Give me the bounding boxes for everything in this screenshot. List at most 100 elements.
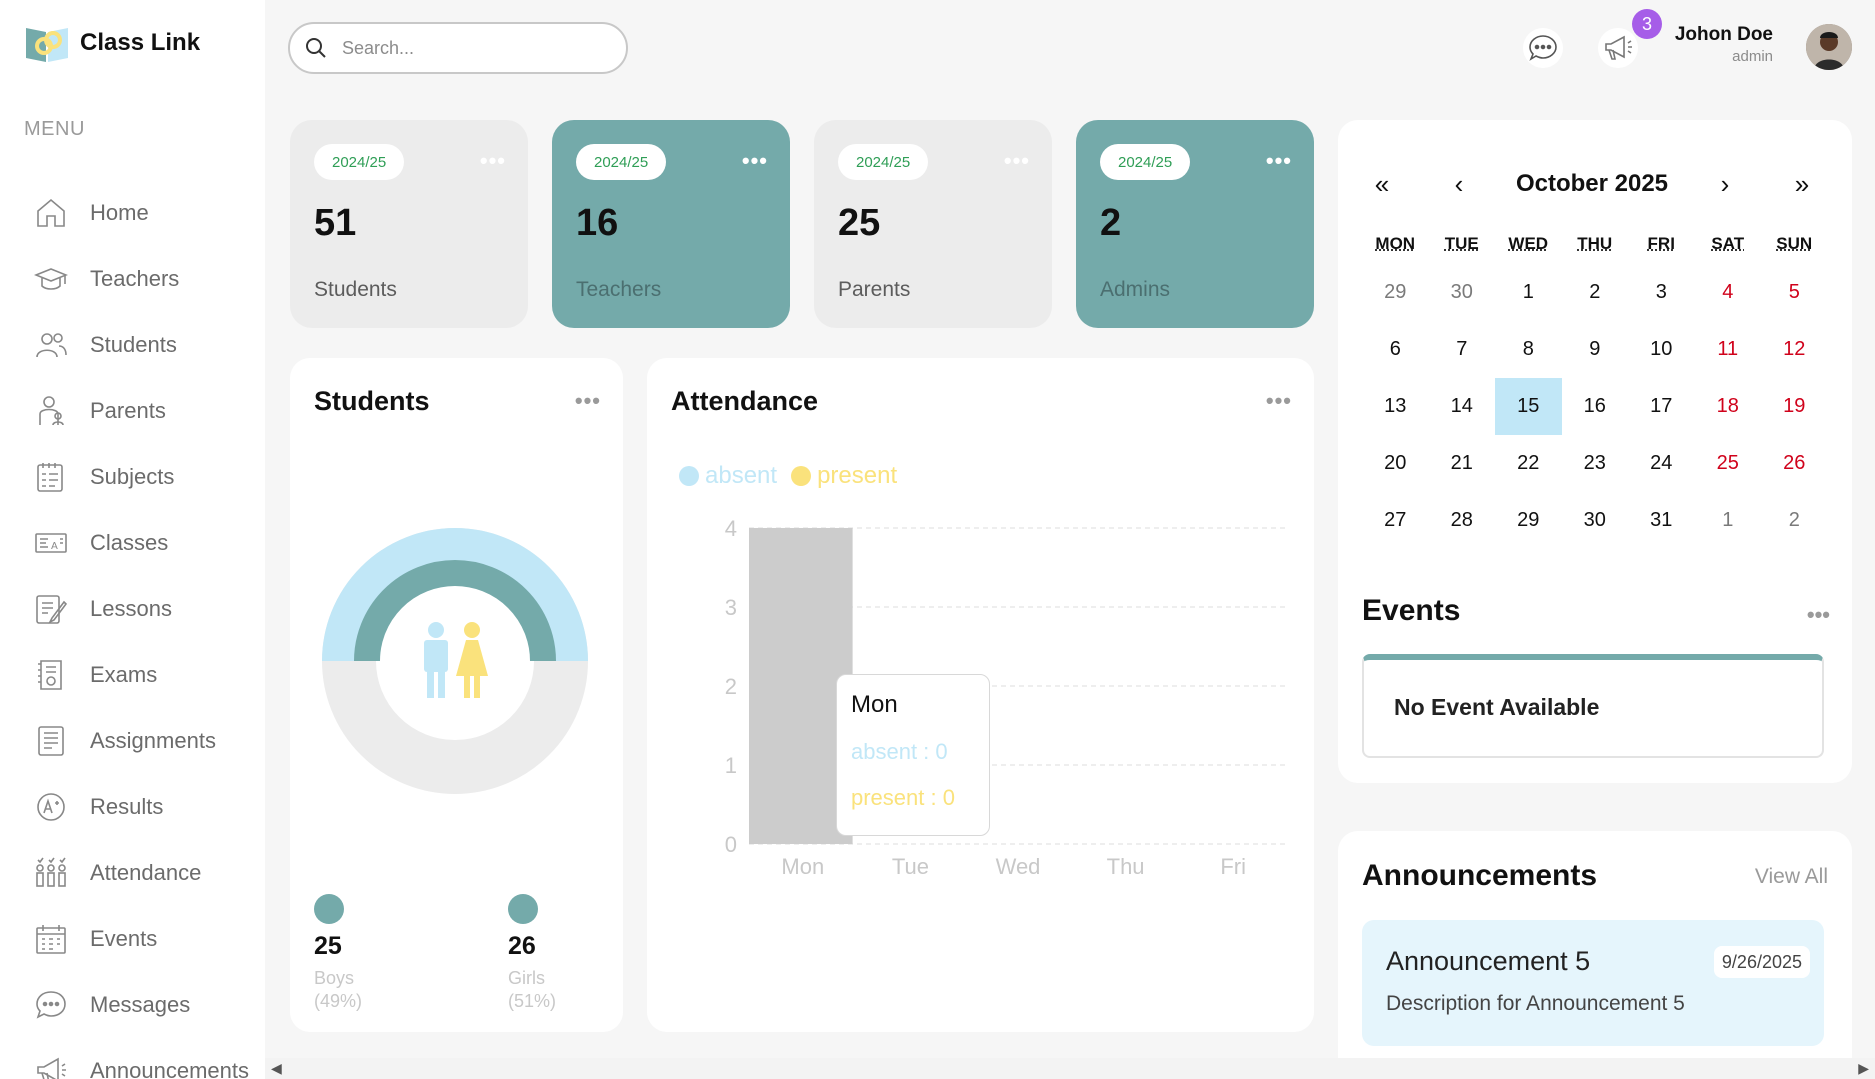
sidebar-item-home[interactable]: Home bbox=[0, 180, 265, 246]
avatar[interactable] bbox=[1806, 24, 1852, 70]
sidebar-item-events[interactable]: Events bbox=[0, 906, 265, 972]
calendar-day[interactable]: 1 bbox=[1495, 264, 1562, 321]
results-icon bbox=[34, 790, 68, 824]
year-pill: 2024/25 bbox=[1100, 144, 1190, 180]
boys-legend: 25 Boys (49%) bbox=[314, 894, 362, 1014]
calendar-day[interactable]: 29 bbox=[1495, 492, 1562, 549]
stat-card-parents: 2024/25 ••• 25 Parents bbox=[814, 120, 1052, 328]
calendar-day[interactable]: 29 bbox=[1362, 264, 1429, 321]
legend-present[interactable]: present bbox=[791, 462, 897, 490]
sidebar-item-exams[interactable]: Exams bbox=[0, 642, 265, 708]
calendar-day[interactable]: 30 bbox=[1429, 264, 1496, 321]
sidebar-item-classes[interactable]: A Classes bbox=[0, 510, 265, 576]
prev-month-button[interactable]: ‹ bbox=[1439, 169, 1479, 200]
parents-icon bbox=[34, 394, 68, 428]
calendar-day[interactable]: 14 bbox=[1429, 378, 1496, 435]
more-options-icon[interactable]: ••• bbox=[575, 388, 601, 414]
calendar-weekday: WED bbox=[1495, 224, 1562, 264]
app-name: Class Link bbox=[80, 29, 200, 57]
sidebar-item-assignments[interactable]: Assignments bbox=[0, 708, 265, 774]
x-tick-label: Tue bbox=[892, 854, 929, 879]
calendar-day[interactable]: 31 bbox=[1628, 492, 1695, 549]
calendar-day[interactable]: 1 bbox=[1695, 492, 1762, 549]
y-tick-label: 4 bbox=[725, 518, 737, 541]
more-options-icon[interactable]: ••• bbox=[742, 148, 768, 174]
more-options-icon[interactable]: ••• bbox=[1266, 148, 1292, 174]
scroll-left-icon[interactable]: ◀ bbox=[271, 1060, 282, 1077]
sidebar-item-subjects[interactable]: Subjects bbox=[0, 444, 265, 510]
next-month-button[interactable]: › bbox=[1705, 169, 1745, 200]
legend-dot bbox=[508, 894, 538, 924]
calendar-day[interactable]: 3 bbox=[1628, 264, 1695, 321]
x-tick-label: Fri bbox=[1220, 854, 1246, 879]
calendar-day[interactable]: 17 bbox=[1628, 378, 1695, 435]
calendar-day[interactable]: 21 bbox=[1429, 435, 1496, 492]
messages-button[interactable] bbox=[1523, 28, 1563, 68]
calendar-day[interactable]: 24 bbox=[1628, 435, 1695, 492]
calendar-day[interactable]: 18 bbox=[1695, 378, 1762, 435]
calendar-day[interactable]: 13 bbox=[1362, 378, 1429, 435]
calendar-day[interactable]: 27 bbox=[1362, 492, 1429, 549]
year-pill: 2024/25 bbox=[314, 144, 404, 180]
calendar-day[interactable]: 6 bbox=[1362, 321, 1429, 378]
girls-count: 26 bbox=[508, 932, 556, 961]
y-tick-label: 0 bbox=[725, 832, 737, 857]
calendar-day[interactable]: 22 bbox=[1495, 435, 1562, 492]
user-avatar-icon bbox=[1806, 24, 1852, 70]
view-all-link[interactable]: View All bbox=[1755, 865, 1828, 889]
prev-year-button[interactable]: « bbox=[1362, 169, 1402, 200]
more-options-icon[interactable]: ••• bbox=[1807, 602, 1830, 628]
stat-label: Students bbox=[314, 278, 397, 302]
sidebar-item-announcements[interactable]: Announcements bbox=[0, 1038, 265, 1079]
search-bar[interactable] bbox=[288, 22, 628, 74]
search-input[interactable] bbox=[342, 38, 592, 59]
calendar-day[interactable]: 4 bbox=[1695, 264, 1762, 321]
calendar-day[interactable]: 2 bbox=[1761, 492, 1828, 549]
calendar-day[interactable]: 8 bbox=[1495, 321, 1562, 378]
more-options-icon[interactable]: ••• bbox=[480, 148, 506, 174]
calendar-day[interactable]: 15 bbox=[1495, 378, 1562, 435]
next-year-button[interactable]: » bbox=[1782, 169, 1822, 200]
calendar-day[interactable]: 12 bbox=[1761, 321, 1828, 378]
calendar-day[interactable]: 5 bbox=[1761, 264, 1828, 321]
sidebar-item-teachers[interactable]: Teachers bbox=[0, 246, 265, 312]
calendar-day[interactable]: 19 bbox=[1761, 378, 1828, 435]
stat-label: Teachers bbox=[576, 278, 661, 302]
tooltip-day: Mon bbox=[851, 691, 975, 719]
user-role: admin bbox=[1732, 48, 1773, 65]
x-tick-label: Thu bbox=[1107, 854, 1145, 879]
calendar-day[interactable]: 30 bbox=[1562, 492, 1629, 549]
calendar-day[interactable]: 16 bbox=[1562, 378, 1629, 435]
more-options-icon[interactable]: ••• bbox=[1004, 148, 1030, 174]
sidebar-item-parents[interactable]: Parents bbox=[0, 378, 265, 444]
calendar-day[interactable]: 23 bbox=[1562, 435, 1629, 492]
calendar-day[interactable]: 10 bbox=[1628, 321, 1695, 378]
legend-dot bbox=[791, 466, 811, 486]
sidebar-item-students[interactable]: Students bbox=[0, 312, 265, 378]
horizontal-scrollbar[interactable]: ◀ ▶ bbox=[265, 1058, 1875, 1079]
sidebar-item-results[interactable]: Results bbox=[0, 774, 265, 840]
calendar-day[interactable]: 20 bbox=[1362, 435, 1429, 492]
stat-label: Admins bbox=[1100, 278, 1170, 302]
calendar-day[interactable]: 26 bbox=[1761, 435, 1828, 492]
calendar-day[interactable]: 9 bbox=[1562, 321, 1629, 378]
announcements-button[interactable] bbox=[1598, 28, 1638, 68]
scroll-right-icon[interactable]: ▶ bbox=[1858, 1060, 1869, 1077]
app-logo[interactable]: Class Link bbox=[24, 22, 200, 64]
calendar-day[interactable]: 11 bbox=[1695, 321, 1762, 378]
calendar-day[interactable]: 28 bbox=[1429, 492, 1496, 549]
calendar-day[interactable]: 2 bbox=[1562, 264, 1629, 321]
tooltip-absent: absent : 0 bbox=[851, 739, 975, 765]
sidebar-item-messages[interactable]: Messages bbox=[0, 972, 265, 1038]
calendar-month-label[interactable]: October 2025 bbox=[1516, 170, 1668, 198]
more-options-icon[interactable]: ••• bbox=[1266, 388, 1292, 414]
calendar-weekday: TUE bbox=[1429, 224, 1496, 264]
sidebar-item-lessons[interactable]: Lessons bbox=[0, 576, 265, 642]
boys-label: Boys (49%) bbox=[314, 967, 362, 1014]
calendar-day[interactable]: 25 bbox=[1695, 435, 1762, 492]
home-icon bbox=[34, 196, 68, 230]
legend-absent[interactable]: absent bbox=[679, 462, 777, 490]
calendar-day[interactable]: 7 bbox=[1429, 321, 1496, 378]
announcement-card[interactable]: Announcement 5 9/26/2025 Description for… bbox=[1362, 920, 1824, 1046]
sidebar-item-attendance[interactable]: Attendance bbox=[0, 840, 265, 906]
